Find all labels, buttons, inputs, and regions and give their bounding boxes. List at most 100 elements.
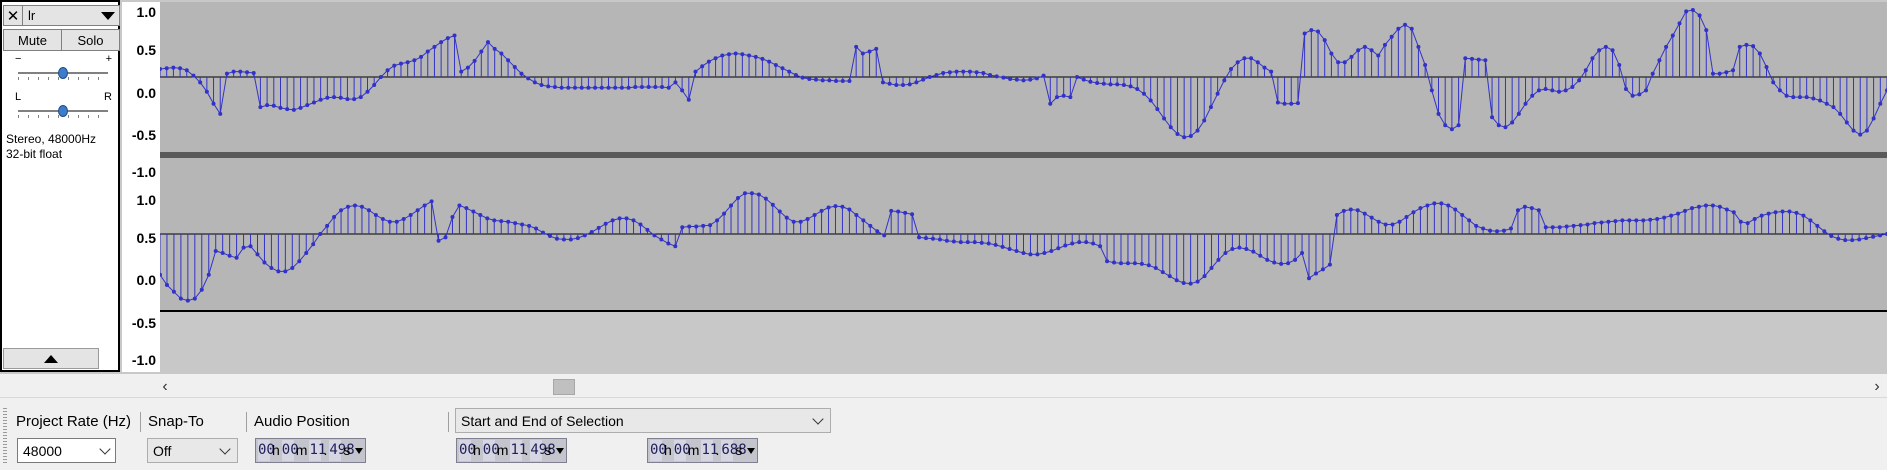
sample-point bbox=[882, 233, 887, 238]
sample-point bbox=[1409, 26, 1414, 31]
sample-point bbox=[617, 216, 622, 221]
sample-point bbox=[1808, 218, 1813, 223]
sample-point bbox=[332, 215, 337, 219]
sample-point bbox=[1550, 88, 1555, 93]
sample-point bbox=[471, 209, 476, 214]
sample-point bbox=[271, 103, 276, 108]
sample-point bbox=[378, 75, 383, 79]
mute-button[interactable]: Mute bbox=[3, 29, 62, 51]
sample-point bbox=[1355, 208, 1360, 213]
sample-point bbox=[686, 97, 691, 102]
track-bottom-border bbox=[160, 310, 1887, 312]
sample-point bbox=[346, 204, 351, 209]
sample-point bbox=[1279, 261, 1284, 266]
sample-point bbox=[429, 199, 434, 204]
sample-point bbox=[868, 223, 873, 228]
sample-point bbox=[171, 289, 176, 294]
ruler-top-label-4: -0.5 bbox=[131, 127, 156, 143]
sample-point bbox=[1300, 251, 1305, 256]
sample-point bbox=[1141, 91, 1146, 96]
track-name-menu-button[interactable]: lr bbox=[23, 5, 120, 26]
bottom-channel-waveform[interactable] bbox=[160, 158, 1887, 310]
sample-point bbox=[1258, 253, 1263, 258]
sample-point bbox=[164, 66, 169, 71]
scroll-right-icon[interactable]: › bbox=[1867, 378, 1887, 396]
sample-point bbox=[700, 64, 705, 69]
pan-slider-thumb[interactable] bbox=[58, 105, 68, 117]
sample-point bbox=[485, 40, 490, 45]
sample-point bbox=[875, 229, 880, 234]
project-rate-combo[interactable]: 48000 bbox=[17, 438, 116, 463]
sample-point bbox=[1383, 222, 1388, 227]
sample-point bbox=[805, 217, 810, 222]
sample-point bbox=[1376, 53, 1381, 58]
scroll-left-icon[interactable]: ‹ bbox=[155, 378, 175, 396]
sample-point bbox=[283, 269, 288, 274]
track-close-button[interactable]: ✕ bbox=[3, 5, 23, 26]
sample-point bbox=[1262, 65, 1267, 70]
sample-point bbox=[1759, 213, 1764, 218]
selection-end-time[interactable]: 00 h 00 m 11. 688 s bbox=[647, 438, 759, 463]
gain-slider[interactable]: − + bbox=[12, 53, 112, 80]
sample-point bbox=[255, 252, 260, 257]
sample-point bbox=[740, 52, 745, 57]
sample-point bbox=[519, 71, 524, 76]
sample-point bbox=[934, 72, 939, 77]
sample-point bbox=[1831, 105, 1836, 110]
sample-point bbox=[1160, 270, 1165, 275]
sample-point bbox=[546, 84, 551, 89]
sample-point bbox=[245, 70, 250, 75]
sample-point bbox=[1523, 101, 1528, 106]
sample-point bbox=[1677, 21, 1682, 26]
sample-point bbox=[981, 70, 986, 75]
sample-point bbox=[1864, 236, 1869, 241]
sample-point bbox=[352, 97, 357, 102]
top-channel-waveform[interactable] bbox=[160, 2, 1887, 152]
selection-start-time[interactable]: 00 h 00 m 11. 498 s bbox=[456, 438, 568, 463]
sample-point bbox=[492, 46, 497, 51]
collapse-track-button[interactable] bbox=[3, 348, 99, 369]
sample-point bbox=[532, 80, 537, 85]
time-unit: h bbox=[664, 442, 672, 458]
sample-point bbox=[1168, 125, 1173, 130]
time-format-menu-icon[interactable] bbox=[355, 447, 364, 454]
sample-point bbox=[241, 245, 246, 250]
solo-button[interactable]: Solo bbox=[62, 29, 120, 51]
pan-slider[interactable]: L R bbox=[12, 91, 112, 118]
sample-point bbox=[1515, 208, 1520, 213]
sample-point bbox=[941, 70, 946, 75]
sample-point bbox=[1382, 42, 1387, 47]
toolbar-grip[interactable] bbox=[3, 408, 7, 464]
sample-point bbox=[1251, 249, 1256, 254]
sample-point bbox=[269, 266, 274, 270]
time-format-menu-icon[interactable] bbox=[747, 447, 756, 454]
sample-point bbox=[1112, 260, 1117, 265]
sample-point bbox=[1309, 28, 1314, 33]
sample-point bbox=[311, 100, 316, 105]
waveform-display[interactable] bbox=[160, 2, 1887, 372]
horizontal-scrollbar[interactable]: ‹ › bbox=[120, 378, 1887, 396]
sample-point bbox=[1634, 218, 1639, 223]
sample-point bbox=[1202, 274, 1207, 279]
sample-point bbox=[227, 253, 232, 258]
selection-mode-dropdown[interactable]: Start and End of Selection bbox=[455, 408, 831, 433]
sample-point bbox=[1132, 261, 1137, 266]
time-format-menu-icon[interactable] bbox=[556, 447, 565, 454]
sample-point bbox=[914, 80, 919, 85]
snap-to-dropdown[interactable]: Off bbox=[147, 438, 238, 463]
sample-point bbox=[554, 236, 559, 241]
scrollbar-thumb[interactable] bbox=[553, 379, 575, 395]
sample-point bbox=[1824, 101, 1829, 106]
gain-slider-thumb[interactable] bbox=[58, 67, 68, 79]
audio-position-time[interactable]: 00 h 00 m 11. 498 s bbox=[255, 438, 367, 463]
sample-point bbox=[726, 52, 731, 57]
sample-point bbox=[1858, 132, 1863, 137]
sample-point bbox=[1390, 222, 1395, 227]
sample-point bbox=[1135, 87, 1140, 92]
sample-point bbox=[680, 225, 685, 230]
sample-point bbox=[561, 237, 566, 242]
sample-point bbox=[1265, 257, 1270, 262]
sample-point bbox=[1249, 56, 1254, 61]
sample-point bbox=[1182, 135, 1187, 140]
sample-point bbox=[211, 101, 216, 106]
